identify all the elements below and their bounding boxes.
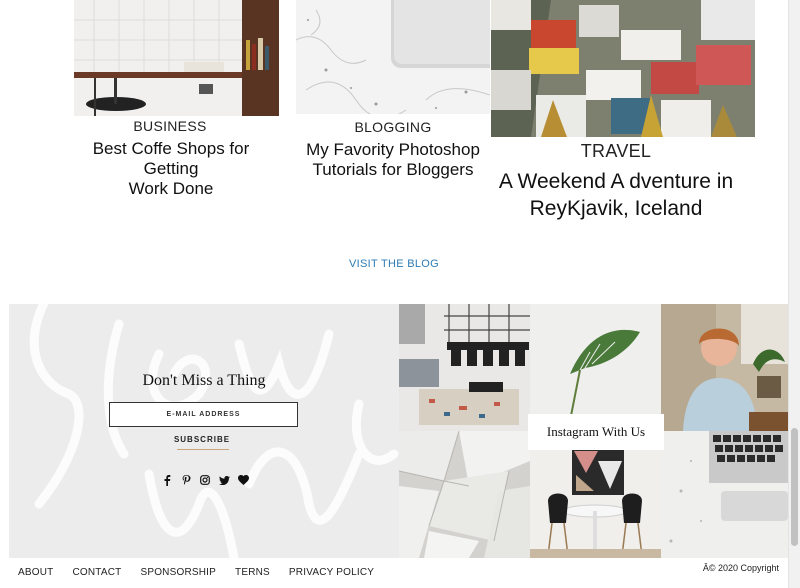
instagram-collage: Instagram With Us bbox=[399, 304, 788, 558]
post-category-blogging[interactable]: BLOGGING bbox=[296, 119, 490, 135]
post-title-coffee-shops[interactable]: Best Coffe Shops for Getting Work Done bbox=[74, 139, 268, 199]
instagram-photo-table[interactable] bbox=[530, 431, 661, 558]
footer-link-sponsorship[interactable]: SPONSORSHIP bbox=[140, 567, 216, 578]
post-image-blogging[interactable] bbox=[296, 0, 490, 114]
facebook-icon[interactable] bbox=[161, 474, 173, 486]
footer-link-terms[interactable]: TERNS bbox=[235, 567, 270, 578]
signature-watermark bbox=[29, 304, 399, 558]
newsletter-panel: Don't Miss a Thing SUBSCRIBE bbox=[9, 304, 399, 558]
social-icons bbox=[161, 474, 249, 486]
visit-blog-link[interactable]: VISIT THE BLOG bbox=[290, 258, 498, 270]
pinterest-icon[interactable] bbox=[180, 474, 192, 486]
post-title-photoshop[interactable]: My Favority Photoshop Tutorials for Blog… bbox=[296, 140, 490, 180]
copyright-text: Â© 2020 Copyright bbox=[702, 563, 779, 573]
post-category-travel[interactable]: TRAVEL bbox=[491, 141, 741, 162]
heart-icon[interactable] bbox=[237, 474, 249, 486]
post-image-business[interactable] bbox=[74, 0, 279, 116]
subscribe-button[interactable]: SUBSCRIBE bbox=[172, 435, 232, 444]
instagram-photo-dining-room[interactable] bbox=[399, 304, 530, 431]
footer-link-contact[interactable]: CONTACT bbox=[72, 567, 121, 578]
email-field[interactable] bbox=[109, 402, 298, 427]
instagram-photo-laptop[interactable] bbox=[661, 431, 788, 558]
footer-link-privacy-policy[interactable]: PRIVACY POLICY bbox=[289, 567, 374, 578]
page-scrollbar[interactable] bbox=[788, 0, 800, 588]
instagram-label[interactable]: Instagram With Us bbox=[528, 414, 664, 450]
footer-link-about[interactable]: ABOUT bbox=[18, 567, 53, 578]
post-title-reykjavik[interactable]: A Weekend A dventure in ReyKjavik, Icela… bbox=[491, 168, 741, 222]
post-category-business[interactable]: BUSINESS bbox=[74, 118, 266, 134]
footer-nav: ABOUT CONTACT SPONSORSHIP TERNS PRIVACY … bbox=[18, 567, 374, 578]
twitter-icon[interactable] bbox=[218, 474, 230, 486]
scrollbar-thumb[interactable] bbox=[791, 428, 798, 546]
signup-title: Don't Miss a Thing bbox=[142, 372, 266, 389]
instagram-photo-paper[interactable] bbox=[399, 431, 530, 558]
post-image-travel[interactable] bbox=[491, 0, 755, 137]
subscribe-underline bbox=[177, 449, 229, 450]
instagram-photo-woman[interactable] bbox=[661, 304, 788, 431]
instagram-icon[interactable] bbox=[199, 474, 211, 486]
instagram-photo-plant[interactable] bbox=[530, 304, 661, 431]
